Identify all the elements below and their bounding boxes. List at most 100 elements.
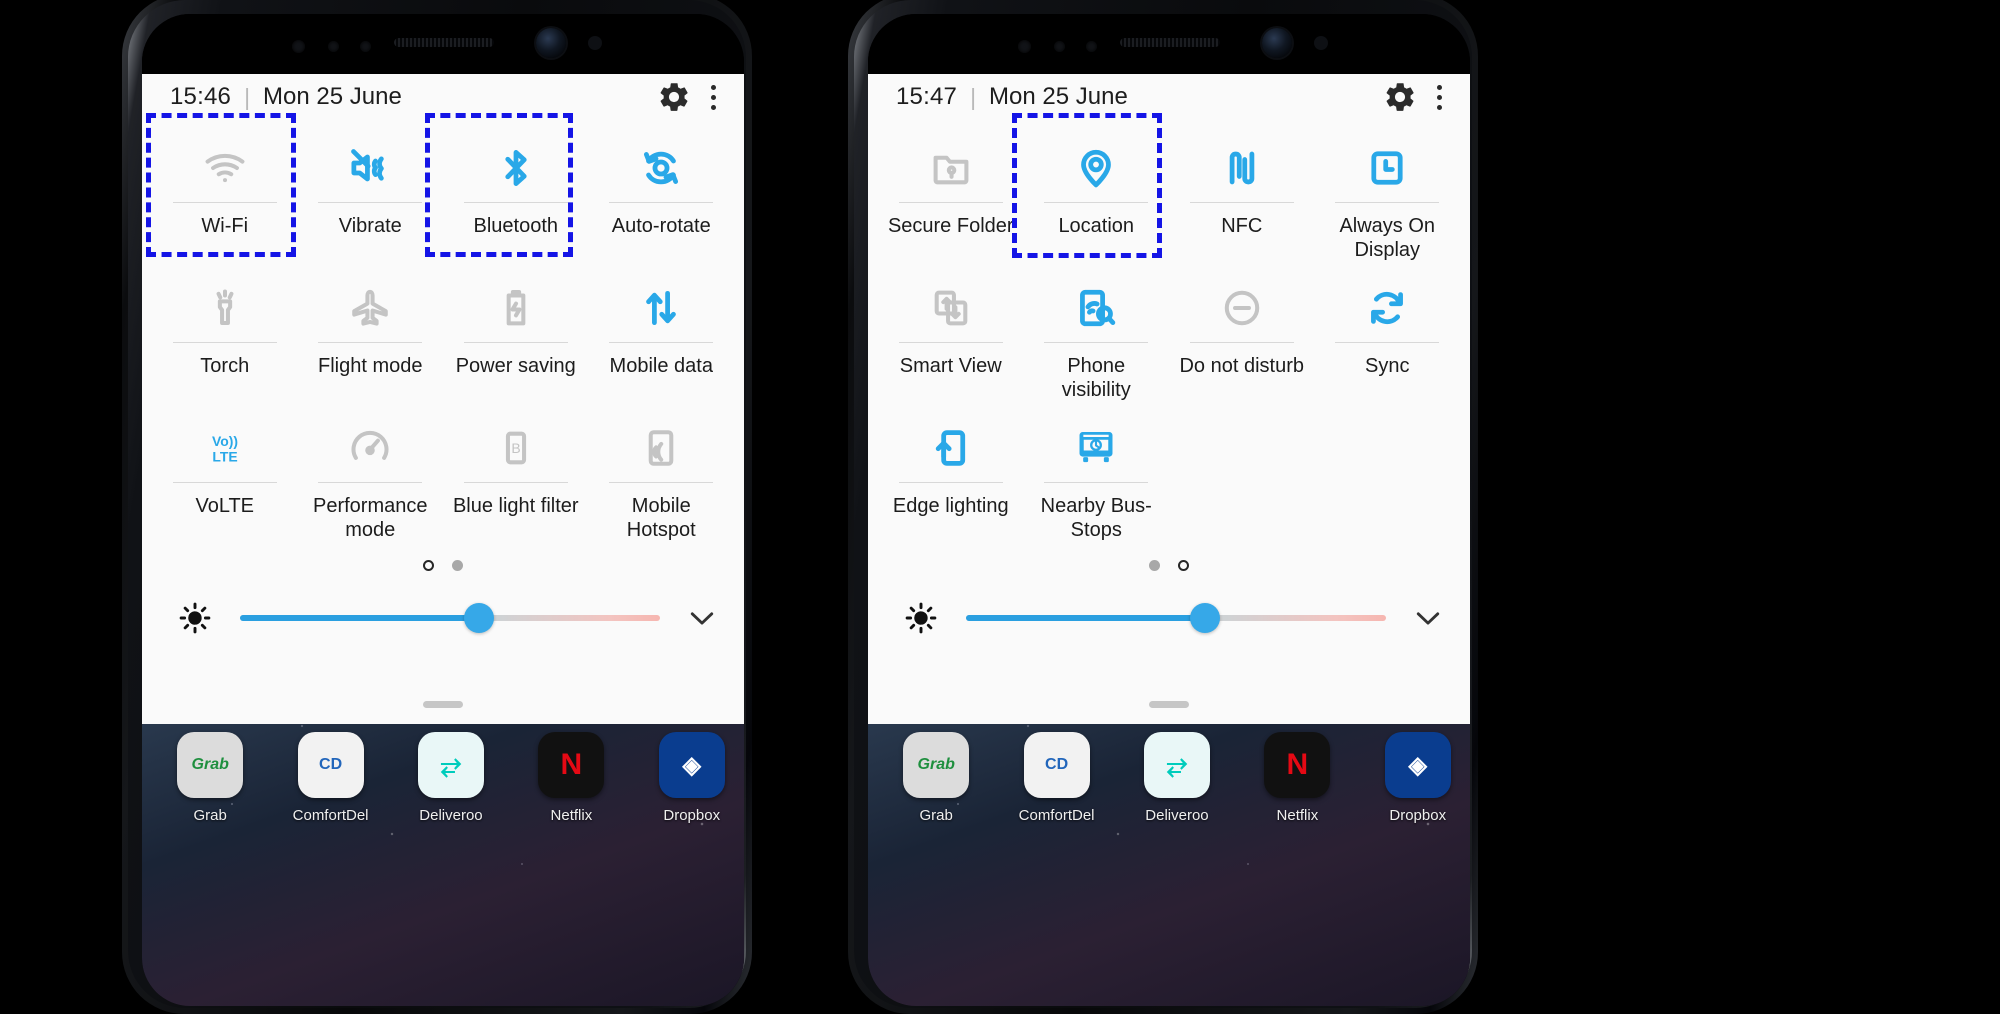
quick-tile-label: Torch	[200, 355, 250, 377]
secure-folder-icon	[929, 128, 973, 194]
phone-right: Grab Grab CD ComfortDel ⥂ Deliveroo N Ne…	[848, 0, 1478, 1014]
dock-app-dropbox[interactable]: ◈ Dropbox	[1372, 732, 1464, 824]
app-dock: Grab Grab CD ComfortDel ⥂ Deliveroo N Ne…	[142, 732, 744, 824]
quick-tile-label: Always On Display	[1339, 215, 1436, 261]
quick-tile-secure-folder[interactable]: Secure Folder	[878, 128, 1024, 268]
panel-grab-handle[interactable]	[1149, 701, 1189, 708]
quick-tile-label: NFC	[1221, 215, 1263, 237]
app-icon: Grab	[177, 732, 244, 798]
phone-frame: Grab Grab CD ComfortDel ⥂ Deliveroo N Ne…	[122, 0, 752, 1014]
kebab-menu-icon[interactable]	[1437, 84, 1442, 110]
kebab-menu-icon[interactable]	[711, 84, 716, 110]
quick-tile-label: Blue light filter	[452, 495, 579, 517]
phone-screen: Grab Grab CD ComfortDel ⥂ Deliveroo N Ne…	[868, 14, 1470, 1006]
location-pin-icon	[1074, 128, 1118, 194]
quick-tile-label: Edge lighting	[892, 495, 1009, 517]
phone-frame: Grab Grab CD ComfortDel ⥂ Deliveroo N Ne…	[848, 0, 1478, 1014]
panel-grab-handle[interactable]	[423, 701, 463, 708]
app-label: ComfortDel	[292, 807, 369, 824]
tile-divider	[1044, 202, 1149, 203]
brightness-row	[868, 582, 1470, 654]
quick-tile-flight-mode[interactable]: Flight mode	[298, 268, 444, 408]
dock-app-comfortdel[interactable]: CD ComfortDel	[285, 732, 377, 824]
sync-icon	[1365, 268, 1409, 334]
quick-tile-location[interactable]: Location	[1024, 128, 1170, 268]
iris-sensor	[588, 36, 602, 50]
quick-tile-volte[interactable]: Vo)) LTE VoLTE	[152, 408, 298, 548]
dock-app-grab[interactable]: Grab Grab	[890, 732, 982, 824]
app-dock: Grab Grab CD ComfortDel ⥂ Deliveroo N Ne…	[868, 732, 1470, 824]
page-indicator-dot-1[interactable]	[423, 559, 434, 571]
brightness-row	[142, 582, 744, 654]
quick-tile-label: Bluetooth	[473, 215, 558, 237]
quick-tile-label: VoLTE	[195, 495, 255, 517]
chevron-down-icon[interactable]	[682, 598, 722, 638]
tile-divider	[898, 342, 1003, 343]
tile-divider	[1044, 342, 1149, 343]
quick-tile-power-saving[interactable]: Power saving	[443, 268, 589, 408]
tile-divider	[318, 342, 423, 343]
status-time: 15:46	[170, 83, 232, 110]
gear-icon[interactable]	[657, 80, 691, 114]
home-screen-wallpaper: Grab Grab CD ComfortDel ⥂ Deliveroo N Ne…	[868, 714, 1470, 1006]
quick-tile-torch[interactable]: Torch	[152, 268, 298, 408]
dock-app-netflix[interactable]: N Netflix	[1251, 732, 1343, 824]
app-label: Deliveroo	[419, 807, 483, 824]
dock-app-grab[interactable]: Grab Grab	[164, 732, 256, 824]
page-indicator-dot-2[interactable]	[1178, 559, 1189, 571]
chevron-down-icon[interactable]	[1408, 598, 1448, 638]
quick-tile-auto-rotate[interactable]: Auto-rotate	[589, 128, 735, 268]
tile-divider	[609, 202, 714, 203]
quick-tile-mobile-data[interactable]: Mobile data	[589, 268, 735, 408]
phone-screen: Grab Grab CD ComfortDel ⥂ Deliveroo N Ne…	[142, 14, 744, 1006]
quick-tile-sync[interactable]: Sync	[1315, 268, 1461, 408]
brightness-fill	[240, 615, 480, 621]
dock-app-deliveroo[interactable]: ⥂ Deliveroo	[405, 732, 497, 824]
status-date: Mon 25 June	[263, 83, 402, 110]
tile-divider	[1335, 342, 1440, 343]
brightness-slider[interactable]	[966, 603, 1386, 633]
quick-tile-nfc[interactable]: NFC	[1169, 128, 1315, 268]
quick-tile-always-on-display[interactable]: Always On Display	[1315, 128, 1461, 268]
gear-icon[interactable]	[1383, 80, 1417, 114]
quick-tile-label: Phone visibility	[1061, 355, 1131, 401]
quick-tile-mobile-hotspot[interactable]: Mobile Hotspot	[589, 408, 735, 548]
quick-tile-smart-view[interactable]: Smart View	[878, 268, 1024, 408]
app-label: Grab	[193, 807, 227, 824]
edge-lighting-icon	[929, 408, 973, 474]
page-indicator-dot-2[interactable]	[452, 559, 463, 571]
tile-divider	[463, 202, 568, 203]
brightness-slider[interactable]	[240, 603, 660, 633]
quick-tile-edge-lighting[interactable]: Edge lighting	[878, 408, 1024, 548]
quick-tile-label: Auto-rotate	[611, 215, 711, 237]
quick-tile-do-not-disturb[interactable]: Do not disturb	[1169, 268, 1315, 408]
quick-tile-phone-visibility[interactable]: Phone visibility	[1024, 268, 1170, 408]
page-indicator-dot-1[interactable]	[1149, 559, 1160, 571]
dock-app-netflix[interactable]: N Netflix	[525, 732, 617, 824]
quick-tile-blue-light-filter[interactable]: B Blue light filter	[443, 408, 589, 548]
quick-tile-vibrate[interactable]: Vibrate	[298, 128, 444, 268]
app-icon: CD	[297, 732, 364, 798]
brightness-knob[interactable]	[464, 603, 495, 633]
quick-tile-bluetooth[interactable]: Bluetooth	[443, 128, 589, 268]
phone-top-hardware	[142, 14, 744, 74]
screenshot-root: Grab Grab CD ComfortDel ⥂ Deliveroo N Ne…	[0, 0, 2000, 1014]
dock-app-comfortdel[interactable]: CD ComfortDel	[1011, 732, 1103, 824]
dock-app-deliveroo[interactable]: ⥂ Deliveroo	[1131, 732, 1223, 824]
quick-tile-performance-mode[interactable]: Performance mode	[298, 408, 444, 548]
status-date: Mon 25 June	[989, 83, 1128, 110]
quick-tile-wi-fi[interactable]: Wi-Fi	[152, 128, 298, 268]
led-indicator	[360, 41, 371, 52]
phone-top-hardware	[868, 14, 1470, 74]
quick-tile-nearby-bus-stops[interactable]: Nearby Bus-Stops	[1024, 408, 1170, 548]
airplane-icon	[348, 268, 392, 334]
app-label: Dropbox	[1389, 807, 1447, 824]
do-not-disturb-icon	[1220, 268, 1264, 334]
app-label: Deliveroo	[1145, 807, 1209, 824]
dock-app-dropbox[interactable]: ◈ Dropbox	[646, 732, 738, 824]
tile-divider	[463, 482, 568, 483]
app-label: ComfortDel	[1018, 807, 1095, 824]
tile-divider	[172, 202, 277, 203]
brightness-knob[interactable]	[1190, 603, 1221, 633]
svg-text:LTE: LTE	[212, 449, 237, 465]
